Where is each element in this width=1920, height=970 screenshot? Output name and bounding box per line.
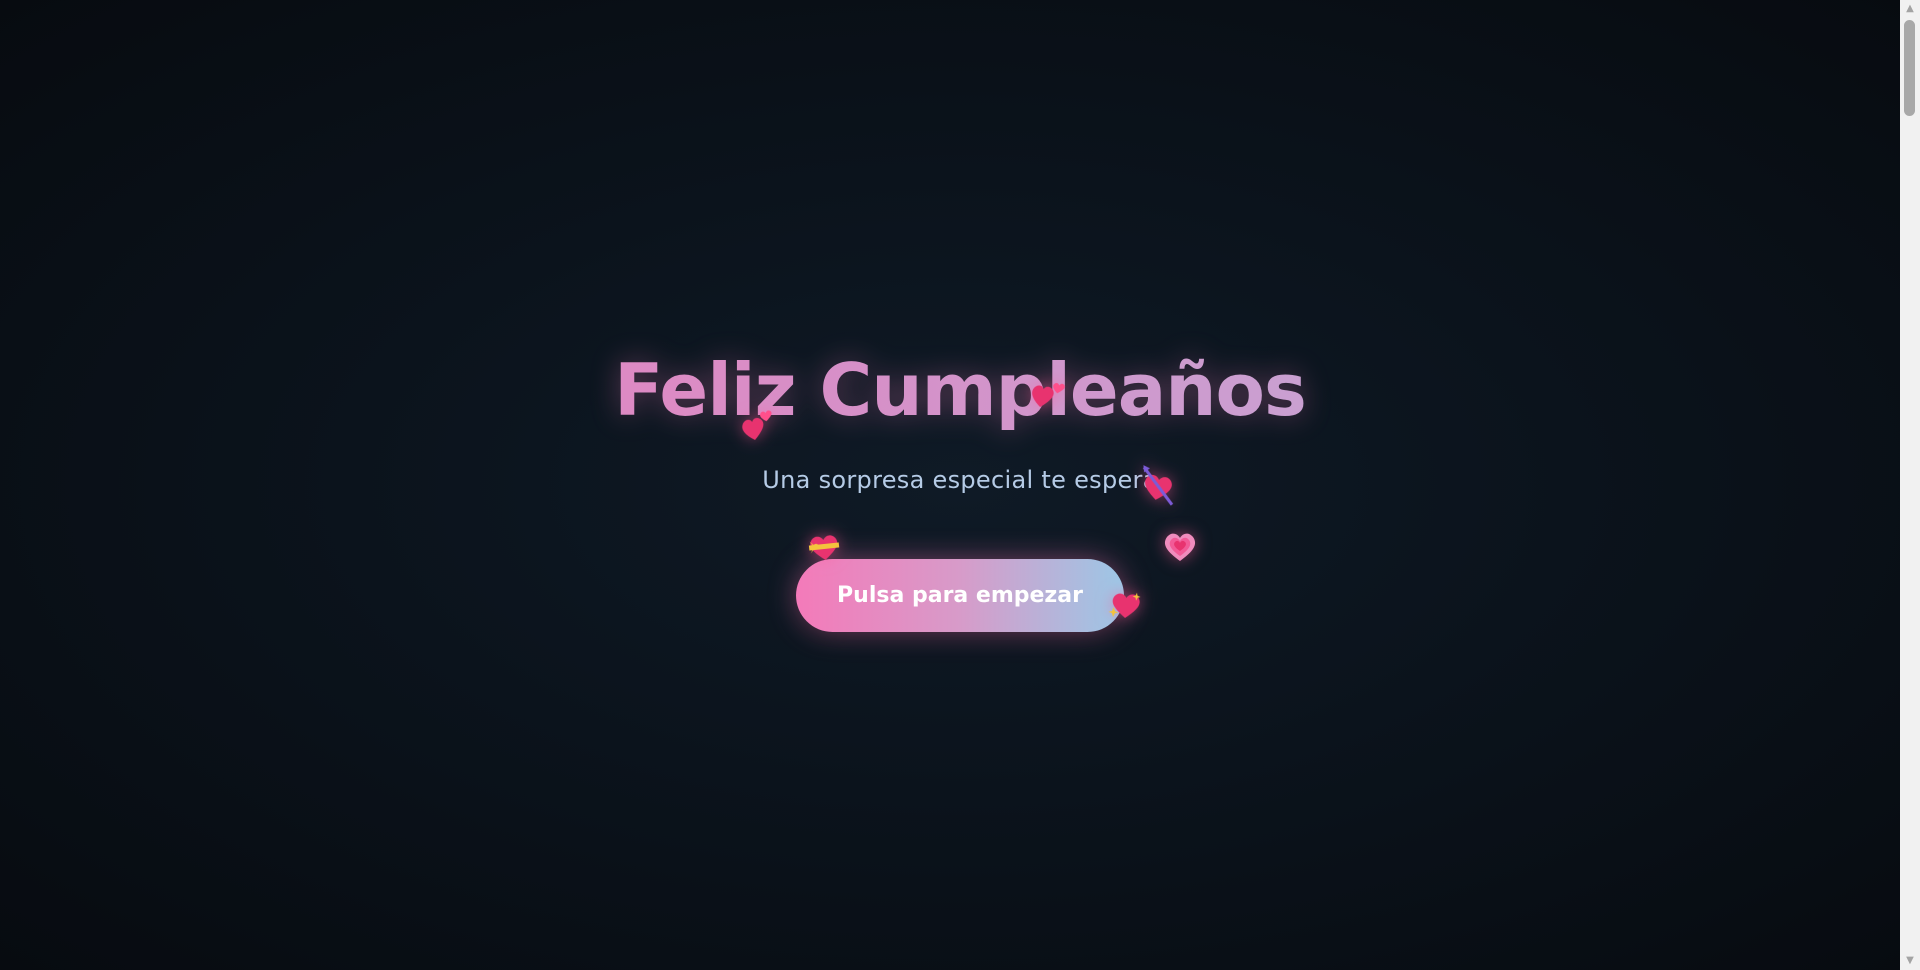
intro-screen: Feliz Cumpleaños Una sorpresa especial t… [0,0,1900,970]
scrollbar-thumb[interactable] [1904,20,1915,116]
double-heart-icon [734,401,781,448]
page-subtitle: Una sorpresa especial te espera [762,466,1158,494]
scroll-up-arrow-icon[interactable]: ▲ [1900,0,1920,18]
heart-with-ribbon-icon [802,524,846,568]
page-title: Feliz Cumpleaños [0,345,1920,435]
scroll-down-arrow-icon[interactable]: ▼ [1900,952,1920,970]
heart-with-arrow-icon [1135,463,1181,509]
growing-heart-icon [1160,526,1200,566]
sparkling-heart-icon [1105,583,1148,626]
double-heart-icon [1025,371,1070,416]
start-button[interactable]: Pulsa para empezar [796,559,1124,632]
vertical-scrollbar[interactable]: ▲ ▼ [1900,0,1920,970]
